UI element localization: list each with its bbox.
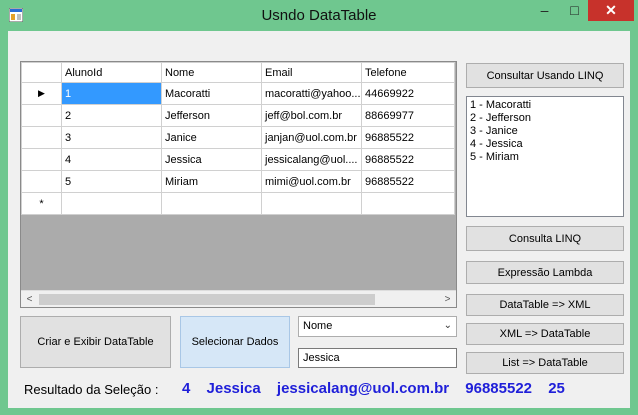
result-phone: 96885522	[465, 380, 533, 397]
grid-cell[interactable]	[161, 192, 262, 215]
table-row[interactable]: 5 Miriam mimi@uol.com.br 96885522	[21, 170, 455, 193]
table-row[interactable]: ▶ 1 Macoratti macoratti@yahoo.... 446699…	[21, 82, 455, 105]
list-item[interactable]: 5 - Miriam	[470, 151, 620, 164]
row-header[interactable]	[21, 104, 62, 127]
list-item[interactable]: 3 - Janice	[470, 125, 620, 138]
data-grid[interactable]: AlunoId Nome Email Telefone ▶ 1 Macoratt…	[20, 61, 457, 308]
expressao-lambda-button[interactable]: Expressão Lambda	[466, 261, 624, 284]
grid-cell[interactable]: jessicalang@uol....	[261, 148, 362, 171]
row-header[interactable]	[21, 170, 62, 193]
selecionar-dados-button[interactable]: Selecionar Dados	[180, 316, 290, 368]
horizontal-scrollbar[interactable]: < >	[21, 290, 456, 307]
grid-cell[interactable]: jeff@bol.com.br	[261, 104, 362, 127]
result-name: Jessica	[206, 380, 261, 397]
consulta-linq-button[interactable]: Consulta LINQ	[466, 226, 624, 251]
grid-cell[interactable]: Jefferson	[161, 104, 262, 127]
names-listbox[interactable]: 1 - Macoratti 2 - Jefferson 3 - Janice 4…	[466, 96, 624, 217]
field-select[interactable]: Nome ⌄	[298, 316, 457, 337]
grid-cell[interactable]: Jessica	[161, 148, 262, 171]
xml-to-datatable-button[interactable]: XML => DataTable	[466, 323, 624, 345]
grid-cell[interactable]: Miriam	[161, 170, 262, 193]
title-bar: Usndo DataTable – □ ✕	[0, 0, 638, 31]
filter-value-input[interactable]: Jessica	[298, 348, 457, 368]
grid-cell[interactable]: 2	[61, 104, 162, 127]
table-row[interactable]: 3 Janice janjan@uol.com.br 96885522	[21, 126, 455, 149]
list-item[interactable]: 1 - Macoratti	[470, 99, 620, 112]
close-button[interactable]: ✕	[588, 0, 634, 21]
grid-cell[interactable]	[261, 192, 362, 215]
current-row-indicator[interactable]: ▶	[21, 82, 62, 105]
minimize-button[interactable]: –	[530, 0, 559, 21]
scroll-left-arrow-icon[interactable]: <	[21, 291, 38, 307]
grid-cell[interactable]: 5	[61, 170, 162, 193]
chevron-down-icon[interactable]: ⌄	[444, 320, 452, 331]
field-select-value: Nome	[303, 320, 333, 332]
result-values: 4 Jessica jessicalang@uol.com.br 9688552…	[182, 380, 577, 397]
column-header-telefone[interactable]: Telefone	[361, 62, 455, 83]
new-row[interactable]: *	[21, 192, 455, 215]
datatable-to-xml-button[interactable]: DataTable => XML	[466, 294, 624, 316]
grid-header-row: AlunoId Nome Email Telefone	[21, 62, 455, 83]
row-header-corner[interactable]	[21, 62, 62, 83]
result-age: 25	[548, 380, 565, 397]
grid-cell[interactable]: 44669922	[361, 82, 455, 105]
row-header[interactable]	[21, 126, 62, 149]
grid-cell[interactable]: macoratti@yahoo....	[261, 82, 362, 105]
scroll-right-arrow-icon[interactable]: >	[439, 291, 456, 307]
list-item[interactable]: 4 - Jessica	[470, 138, 620, 151]
row-header[interactable]	[21, 148, 62, 171]
grid-cell[interactable]	[61, 192, 162, 215]
data-grid-table: AlunoId Nome Email Telefone ▶ 1 Macoratt…	[21, 62, 455, 215]
grid-cell[interactable]: 1	[61, 82, 162, 105]
maximize-button[interactable]: □	[560, 0, 589, 21]
list-to-datatable-button[interactable]: List => DataTable	[466, 352, 624, 374]
grid-cell[interactable]: 96885522	[361, 148, 455, 171]
result-label: Resultado da Seleção :	[24, 382, 159, 397]
grid-cell[interactable]	[361, 192, 455, 215]
criar-exibir-datatable-button[interactable]: Criar e Exibir DataTable	[20, 316, 171, 368]
grid-cell[interactable]: mimi@uol.com.br	[261, 170, 362, 193]
column-header-alunoid[interactable]: AlunoId	[61, 62, 162, 83]
grid-cell[interactable]: 96885522	[361, 170, 455, 193]
column-header-email[interactable]: Email	[261, 62, 362, 83]
grid-cell[interactable]: 4	[61, 148, 162, 171]
grid-cell[interactable]: janjan@uol.com.br	[261, 126, 362, 149]
result-email: jessicalang@uol.com.br	[276, 380, 450, 397]
grid-cell[interactable]: 88669977	[361, 104, 455, 127]
result-id: 4	[182, 380, 191, 397]
table-row[interactable]: 2 Jefferson jeff@bol.com.br 88669977	[21, 104, 455, 127]
consultar-linq-button[interactable]: Consultar Usando LINQ	[466, 63, 624, 88]
new-row-indicator[interactable]: *	[21, 192, 62, 215]
grid-cell[interactable]: Janice	[161, 126, 262, 149]
grid-cell[interactable]: 3	[61, 126, 162, 149]
scrollbar-thumb[interactable]	[39, 294, 375, 305]
grid-cell[interactable]: Macoratti	[161, 82, 262, 105]
list-item[interactable]: 2 - Jefferson	[470, 112, 620, 125]
table-row[interactable]: 4 Jessica jessicalang@uol.... 96885522	[21, 148, 455, 171]
grid-cell[interactable]: 96885522	[361, 126, 455, 149]
column-header-nome[interactable]: Nome	[161, 62, 262, 83]
